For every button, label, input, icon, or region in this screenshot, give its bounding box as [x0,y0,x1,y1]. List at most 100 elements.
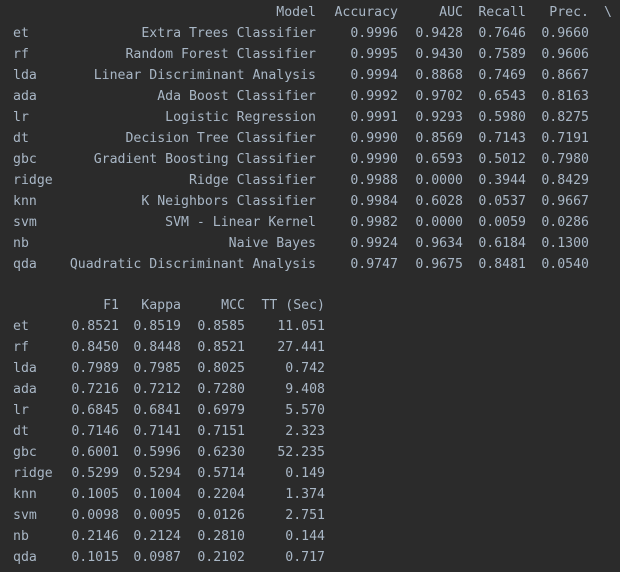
metric-value: 0.0095 [133,508,181,523]
table2-row-ridge: ridge 0.5299 0.5294 0.5714 0.149 [0,463,620,484]
table1-header-prec: Prec. [549,5,589,20]
metric-value: 0.742 [285,361,325,376]
metric-value: 0.2204 [197,487,245,502]
table1-header-auc: AUC [439,5,463,20]
metric-value: 0.8521 [71,319,119,334]
metric-value: 0.0126 [197,508,245,523]
metric-value: 0.5980 [478,110,526,125]
metric-value: 0.9995 [350,47,398,62]
row-index: ridge [13,466,53,481]
metric-value: 0.2810 [197,529,245,544]
metric-value: 0.1015 [71,550,119,565]
metric-value: 0.5714 [197,466,245,481]
table1-row-qda: qda Quadratic Discriminant Analysis 0.9747… [0,254,620,275]
table2-row-dt: dt 0.7146 0.7141 0.7151 2.323 [0,421,620,442]
row-index: dt [13,131,29,146]
metric-value: 0.717 [285,550,325,565]
metric-value: 52.235 [277,445,325,460]
metric-value: 1.374 [285,487,325,502]
metric-value: 0.7989 [71,361,119,376]
metric-value: 0.9430 [415,47,463,62]
row-index: et [13,26,29,41]
metric-value: 0.9660 [541,26,589,41]
row-index: gbc [13,152,37,167]
table2-row-ada: ada 0.7216 0.7212 0.7280 9.408 [0,379,620,400]
table2-row-nb: nb 0.2146 0.2124 0.2810 0.144 [0,526,620,547]
row-index: knn [13,487,37,502]
model-name: Naive Bayes [228,236,316,251]
metric-value: 0.6028 [415,194,463,209]
metric-value: 0.149 [285,466,325,481]
table2-row-gbc: gbc 0.6001 0.5996 0.6230 52.235 [0,442,620,463]
metric-value: 0.7191 [541,131,589,146]
metric-value: 0.9988 [350,173,398,188]
table1-row-dt: dt Decision Tree Classifier 0.9990 0.8569 0.… [0,128,620,149]
metric-value: 0.8448 [133,340,181,355]
table1-row-lda: lda Linear Discriminant Analysis 0.9994 0.8… [0,65,620,86]
metric-value: 0.8450 [71,340,119,355]
table1-row-lr: lr Logistic Regression 0.9991 0.9293 0.5980 0… [0,107,620,128]
metric-value: 0.6841 [133,403,181,418]
row-index: lr [13,110,29,125]
metric-value: 0.9702 [415,89,463,104]
metric-value: 0.0286 [541,215,589,230]
metric-value: 0.2124 [133,529,181,544]
metric-value: 0.7151 [197,424,245,439]
metric-value: 0.144 [285,529,325,544]
metric-value: 0.8569 [415,131,463,146]
row-index: nb [13,236,29,251]
metric-value: 0.7280 [197,382,245,397]
row-index: qda [13,257,37,272]
row-index: ada [13,382,37,397]
metric-value: 0.9982 [350,215,398,230]
metric-value: 0.6593 [415,152,463,167]
metric-value: 0.1300 [541,236,589,251]
model-name: Linear Discriminant Analysis [93,68,316,83]
model-name: Decision Tree Classifier [125,131,316,146]
metric-value: 0.5299 [71,466,119,481]
metric-value: 0.7980 [541,152,589,167]
table1-row-svm: svm SVM - Linear Kernel 0.9982 0.0000 0.0059… [0,212,620,233]
row-index: dt [13,424,29,439]
table2-row-lda: lda 0.7989 0.7985 0.8025 0.742 [0,358,620,379]
metric-value: 0.7212 [133,382,181,397]
metric-value: 0.9675 [415,257,463,272]
table2-row-et: et 0.8521 0.8519 0.8585 11.051 [0,316,620,337]
line-continuation-marker: \ [604,5,612,20]
row-index: gbc [13,445,37,460]
table1-header-model: Model [276,5,316,20]
model-name: Quadratic Discriminant Analysis [69,257,316,272]
metric-value: 0.5294 [133,466,181,481]
model-name: Ridge Classifier [188,173,316,188]
metric-value: 0.9991 [350,110,398,125]
metric-value: 0.8429 [541,173,589,188]
table2-header-kappa: Kappa [141,298,181,313]
table2-row-svm: svm 0.0098 0.0095 0.0126 2.751 [0,505,620,526]
table1-row-ridge: ridge Ridge Classifier 0.9988 0.0000 0.3944 0… [0,170,620,191]
metric-value: 0.8667 [541,68,589,83]
metric-value: 0.7143 [478,131,526,146]
metric-value: 0.6979 [197,403,245,418]
metric-value: 0.7646 [478,26,526,41]
metric-value: 0.8481 [478,257,526,272]
metric-value: 0.9924 [350,236,398,251]
row-index: ridge [13,173,53,188]
metric-value: 0.8585 [197,319,245,334]
model-name: Random Forest Classifier [125,47,316,62]
metric-value: 0.9606 [541,47,589,62]
metric-value: 0.9747 [350,257,398,272]
metric-value: 0.7146 [71,424,119,439]
table1-row-gbc: gbc Gradient Boosting Classifier 0.9990 0.6… [0,149,620,170]
metric-value: 0.9992 [350,89,398,104]
table1-header-recall: Recall [478,5,526,20]
row-index: lda [13,361,37,376]
row-index: lda [13,68,37,83]
metric-value: 0.8025 [197,361,245,376]
table2-row-knn: knn 0.1005 0.1004 0.2204 1.374 [0,484,620,505]
row-index: svm [13,215,37,230]
metric-value: 0.6184 [478,236,526,251]
table2-row-rf: rf 0.8450 0.8448 0.8521 27.441 [0,337,620,358]
metric-value: 0.6845 [71,403,119,418]
metric-value: 0.0537 [478,194,526,209]
row-index: ada [13,89,37,104]
